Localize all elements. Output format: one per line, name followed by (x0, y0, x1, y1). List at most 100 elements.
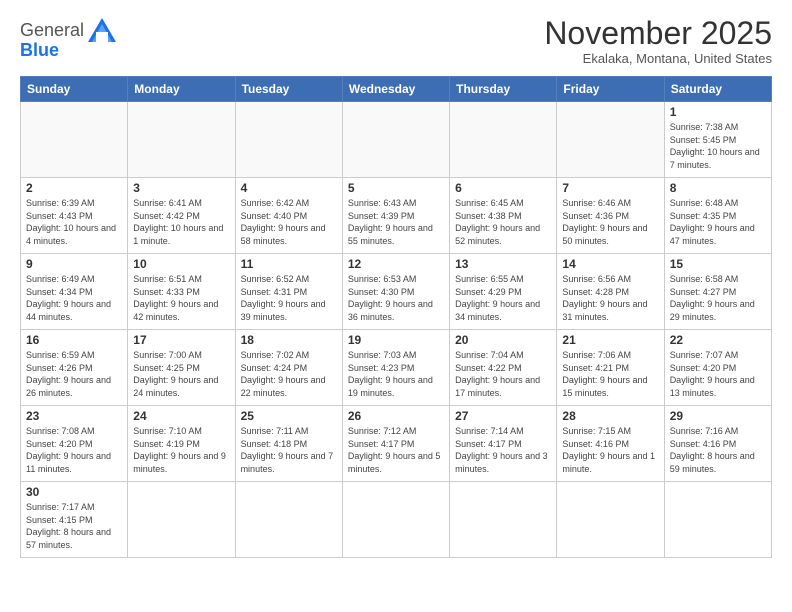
day-info: Sunrise: 7:04 AM Sunset: 4:22 PM Dayligh… (455, 349, 551, 399)
table-row (450, 482, 557, 558)
table-row: 20 Sunrise: 7:04 AM Sunset: 4:22 PM Dayli… (450, 330, 557, 406)
title-area: November 2025 Ekalaka, Montana, United S… (544, 16, 772, 66)
day-number: 27 (455, 409, 551, 423)
day-number: 19 (348, 333, 444, 347)
table-row (557, 102, 664, 178)
calendar-week-row: 23 Sunrise: 7:08 AM Sunset: 4:20 PM Dayli… (21, 406, 772, 482)
table-row (235, 482, 342, 558)
calendar-week-row: 1 Sunrise: 7:38 AM Sunset: 5:45 PM Daylig… (21, 102, 772, 178)
calendar: Sunday Monday Tuesday Wednesday Thursday… (20, 76, 772, 558)
day-number: 16 (26, 333, 122, 347)
day-number: 24 (133, 409, 229, 423)
table-row: 15 Sunrise: 6:58 AM Sunset: 4:27 PM Dayli… (664, 254, 771, 330)
table-row (235, 102, 342, 178)
day-number: 8 (670, 181, 766, 195)
day-number: 23 (26, 409, 122, 423)
day-number: 4 (241, 181, 337, 195)
day-number: 17 (133, 333, 229, 347)
table-row: 3Sunrise: 6:41 AM Sunset: 4:42 PM Daylig… (128, 178, 235, 254)
day-info: Sunrise: 6:41 AM Sunset: 4:42 PM Dayligh… (133, 197, 229, 247)
day-info: Sunrise: 6:46 AM Sunset: 4:36 PM Dayligh… (562, 197, 658, 247)
day-number: 7 (562, 181, 658, 195)
table-row: 6 Sunrise: 6:45 AM Sunset: 4:38 PM Daylig… (450, 178, 557, 254)
day-info: Sunrise: 7:11 AM Sunset: 4:18 PM Dayligh… (241, 425, 337, 475)
table-row: 5 Sunrise: 6:43 AM Sunset: 4:39 PM Daylig… (342, 178, 449, 254)
day-number: 28 (562, 409, 658, 423)
table-row: 7 Sunrise: 6:46 AM Sunset: 4:36 PM Daylig… (557, 178, 664, 254)
table-row: 30Sunrise: 7:17 AM Sunset: 4:15 PM Dayli… (21, 482, 128, 558)
day-number: 12 (348, 257, 444, 271)
table-row: 25 Sunrise: 7:11 AM Sunset: 4:18 PM Dayli… (235, 406, 342, 482)
day-info: Sunrise: 7:02 AM Sunset: 4:24 PM Dayligh… (241, 349, 337, 399)
day-info: Sunrise: 6:39 AM Sunset: 4:43 PM Dayligh… (26, 197, 122, 247)
table-row: 29Sunrise: 7:16 AM Sunset: 4:16 PM Dayli… (664, 406, 771, 482)
header: General Blue November 2025 Ekalaka, Mont… (20, 16, 772, 66)
day-info: Sunrise: 7:06 AM Sunset: 4:21 PM Dayligh… (562, 349, 658, 399)
day-number: 22 (670, 333, 766, 347)
col-sunday: Sunday (21, 77, 128, 102)
table-row: 18 Sunrise: 7:02 AM Sunset: 4:24 PM Dayli… (235, 330, 342, 406)
day-info: Sunrise: 6:56 AM Sunset: 4:28 PM Dayligh… (562, 273, 658, 323)
table-row: 19Sunrise: 7:03 AM Sunset: 4:23 PM Dayli… (342, 330, 449, 406)
day-number: 21 (562, 333, 658, 347)
table-row: 10 Sunrise: 6:51 AM Sunset: 4:33 PM Dayli… (128, 254, 235, 330)
col-saturday: Saturday (664, 77, 771, 102)
day-info: Sunrise: 6:58 AM Sunset: 4:27 PM Dayligh… (670, 273, 766, 323)
calendar-week-row: 30Sunrise: 7:17 AM Sunset: 4:15 PM Dayli… (21, 482, 772, 558)
day-info: Sunrise: 6:45 AM Sunset: 4:38 PM Dayligh… (455, 197, 551, 247)
table-row (342, 102, 449, 178)
table-row: 9Sunrise: 6:49 AM Sunset: 4:34 PM Daylig… (21, 254, 128, 330)
day-info: Sunrise: 7:10 AM Sunset: 4:19 PM Dayligh… (133, 425, 229, 475)
day-number: 20 (455, 333, 551, 347)
day-info: Sunrise: 6:43 AM Sunset: 4:39 PM Dayligh… (348, 197, 444, 247)
day-number: 30 (26, 485, 122, 499)
page: General Blue November 2025 Ekalaka, Mont… (0, 0, 792, 612)
logo: General Blue (20, 16, 118, 61)
day-number: 11 (241, 257, 337, 271)
day-number: 1 (670, 105, 766, 119)
col-wednesday: Wednesday (342, 77, 449, 102)
table-row (342, 482, 449, 558)
col-monday: Monday (128, 77, 235, 102)
table-row: 4 Sunrise: 6:42 AM Sunset: 4:40 PM Daylig… (235, 178, 342, 254)
day-info: Sunrise: 6:51 AM Sunset: 4:33 PM Dayligh… (133, 273, 229, 323)
col-tuesday: Tuesday (235, 77, 342, 102)
table-row: 16Sunrise: 6:59 AM Sunset: 4:26 PM Dayli… (21, 330, 128, 406)
table-row: 17Sunrise: 7:00 AM Sunset: 4:25 PM Dayli… (128, 330, 235, 406)
day-number: 10 (133, 257, 229, 271)
logo-icon (86, 16, 118, 44)
logo-text-general: General (20, 21, 84, 39)
day-number: 6 (455, 181, 551, 195)
table-row: 22 Sunrise: 7:07 AM Sunset: 4:20 PM Dayli… (664, 330, 771, 406)
day-number: 26 (348, 409, 444, 423)
day-info: Sunrise: 6:48 AM Sunset: 4:35 PM Dayligh… (670, 197, 766, 247)
day-info: Sunrise: 7:07 AM Sunset: 4:20 PM Dayligh… (670, 349, 766, 399)
table-row: 11 Sunrise: 6:52 AM Sunset: 4:31 PM Dayli… (235, 254, 342, 330)
day-info: Sunrise: 7:14 AM Sunset: 4:17 PM Dayligh… (455, 425, 551, 475)
table-row: 27 Sunrise: 7:14 AM Sunset: 4:17 PM Dayli… (450, 406, 557, 482)
day-number: 5 (348, 181, 444, 195)
day-number: 13 (455, 257, 551, 271)
day-info: Sunrise: 7:38 AM Sunset: 5:45 PM Dayligh… (670, 121, 766, 171)
day-info: Sunrise: 6:42 AM Sunset: 4:40 PM Dayligh… (241, 197, 337, 247)
day-number: 14 (562, 257, 658, 271)
calendar-header-row: Sunday Monday Tuesday Wednesday Thursday… (21, 77, 772, 102)
day-info: Sunrise: 7:08 AM Sunset: 4:20 PM Dayligh… (26, 425, 122, 475)
day-info: Sunrise: 7:15 AM Sunset: 4:16 PM Dayligh… (562, 425, 658, 475)
logo-text-blue: Blue (20, 40, 59, 61)
day-info: Sunrise: 7:16 AM Sunset: 4:16 PM Dayligh… (670, 425, 766, 475)
day-info: Sunrise: 7:12 AM Sunset: 4:17 PM Dayligh… (348, 425, 444, 475)
table-row: 23 Sunrise: 7:08 AM Sunset: 4:20 PM Dayli… (21, 406, 128, 482)
table-row: 14 Sunrise: 6:56 AM Sunset: 4:28 PM Dayli… (557, 254, 664, 330)
day-number: 2 (26, 181, 122, 195)
subtitle: Ekalaka, Montana, United States (544, 51, 772, 66)
day-number: 15 (670, 257, 766, 271)
day-number: 18 (241, 333, 337, 347)
month-title: November 2025 (544, 16, 772, 51)
day-number: 25 (241, 409, 337, 423)
day-info: Sunrise: 6:52 AM Sunset: 4:31 PM Dayligh… (241, 273, 337, 323)
table-row: 26 Sunrise: 7:12 AM Sunset: 4:17 PM Dayli… (342, 406, 449, 482)
col-thursday: Thursday (450, 77, 557, 102)
calendar-week-row: 9Sunrise: 6:49 AM Sunset: 4:34 PM Daylig… (21, 254, 772, 330)
table-row: 12Sunrise: 6:53 AM Sunset: 4:30 PM Dayli… (342, 254, 449, 330)
